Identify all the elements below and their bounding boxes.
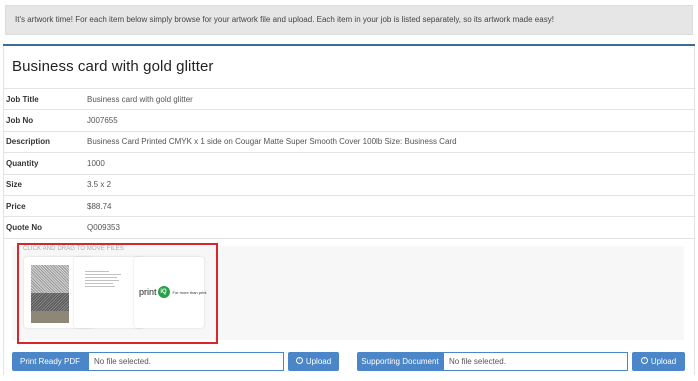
detail-value: $88.74 [87,194,695,217]
upload-button-label: Upload [305,357,332,366]
detail-value: 3.5 x 2 [87,173,695,196]
table-row: Quote No Q009353 [3,216,695,239]
detail-label: Job No [3,109,87,132]
print-ready-pdf-label: Print Ready PDF [12,352,88,371]
table-row: Job No J007655 [3,109,695,132]
upload-icon: ↑ [295,357,303,365]
supporting-document-label: Supporting Document [357,352,443,371]
supporting-doc-upload-row: Supporting Document No file selected. ↑ U… [357,352,685,371]
print-ready-upload-row: Print Ready PDF No file selected. ↑ Uploa… [12,352,339,371]
detail-value: Business Card Printed CMYK x 1 side on C… [87,130,695,153]
detail-value: Business card with gold glitter [87,87,695,110]
supporting-doc-file-input[interactable]: No file selected. [443,352,628,371]
detail-value: 1000 [87,152,695,175]
job-details-table: Job Title Business card with gold glitte… [3,87,695,239]
detail-value: Q009353 [87,216,695,239]
detail-label: Description [3,130,87,153]
detail-label: Quote No [3,216,87,239]
artwork-notice: It's artwork time! For each item below s… [5,5,693,35]
upload-icon: ↑ [640,357,648,365]
panel-title: Business card with gold glitter [12,58,214,75]
table-row: Description Business Card Printed CMYK x… [3,130,695,153]
table-row: Size 3.5 x 2 [3,173,695,196]
detail-label: Quantity [3,152,87,175]
print-ready-upload-button[interactable]: ↑ Upload [288,352,339,371]
detail-label: Price [3,194,87,217]
highlight-box [17,243,218,344]
detail-label: Size [3,173,87,196]
detail-label: Job Title [3,87,87,110]
supporting-doc-upload-button[interactable]: ↑ Upload [632,352,685,371]
table-row: Price $88.74 [3,194,695,217]
table-row: Job Title Business card with gold glitte… [3,87,695,110]
table-row: Quantity 1000 [3,152,695,175]
print-ready-file-input[interactable]: No file selected. [88,352,284,371]
detail-value: J007655 [87,109,695,132]
upload-button-label: Upload [650,357,677,366]
